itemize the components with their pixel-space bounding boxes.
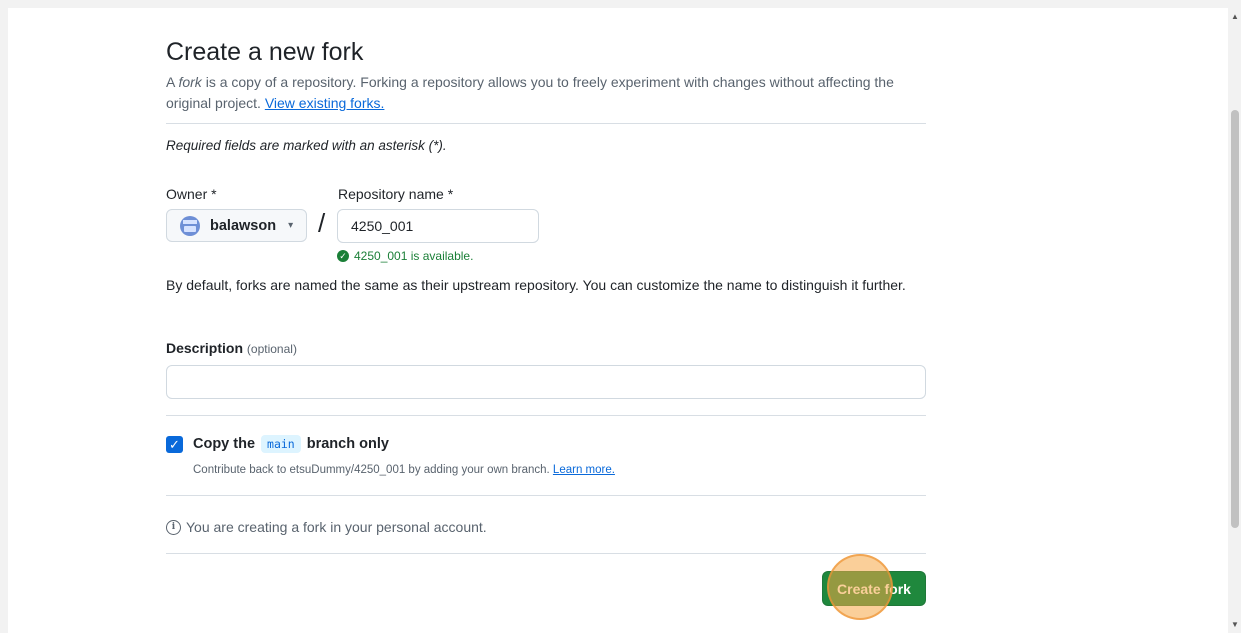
intro-prefix: A bbox=[166, 74, 179, 90]
intro-fork-word: fork bbox=[178, 74, 202, 90]
info-note-text: You are creating a fork in your personal… bbox=[186, 519, 487, 535]
personal-account-note: i You are creating a fork in your person… bbox=[166, 519, 487, 535]
branch-name-code: main bbox=[261, 435, 301, 453]
copy-branch-label[interactable]: Copy the main branch only bbox=[193, 435, 389, 453]
scroll-down-arrow-icon[interactable]: ▼ bbox=[1231, 620, 1239, 629]
vertical-scrollbar[interactable]: ▲ ▼ bbox=[1228, 8, 1241, 633]
check-circle-icon: ✓ bbox=[337, 250, 349, 262]
owner-label: Owner * bbox=[166, 186, 217, 202]
description-input[interactable] bbox=[166, 365, 926, 399]
copy-branch-suffix: branch only bbox=[306, 436, 389, 452]
copy-main-branch-checkbox[interactable]: ✓ bbox=[166, 436, 183, 453]
view-existing-forks-link[interactable]: View existing forks. bbox=[265, 95, 385, 111]
description-label: Description (optional) bbox=[166, 340, 297, 356]
page-frame: Create a new fork A fork is a copy of a … bbox=[8, 8, 1228, 633]
learn-more-link[interactable]: Learn more. bbox=[553, 464, 615, 476]
owner-repo-separator: / bbox=[318, 208, 326, 238]
divider bbox=[166, 495, 926, 496]
owner-name: balawson bbox=[210, 217, 277, 234]
default-naming-note: By default, forks are named the same as … bbox=[166, 277, 906, 293]
owner-dropdown[interactable]: balawson ▾ bbox=[166, 209, 307, 242]
availability-status: ✓ 4250_001 is available. bbox=[337, 249, 473, 263]
availability-text: 4250_001 is available. bbox=[354, 249, 474, 263]
page-title: Create a new fork bbox=[166, 38, 364, 66]
info-icon: i bbox=[166, 519, 181, 535]
divider bbox=[166, 553, 926, 554]
repository-name-label: Repository name * bbox=[338, 186, 454, 202]
divider bbox=[166, 123, 926, 124]
copy-branch-help: Contribute back to etsuDummy/4250_001 by… bbox=[193, 464, 615, 476]
scrollbar-thumb[interactable] bbox=[1231, 110, 1239, 528]
avatar bbox=[180, 215, 200, 236]
copy-branch-help-text: Contribute back to etsuDummy/4250_001 by… bbox=[193, 464, 553, 476]
description-label-text: Description bbox=[166, 340, 244, 356]
required-fields-note: Required fields are marked with an aster… bbox=[166, 138, 447, 153]
optional-tag: (optional) bbox=[246, 342, 297, 356]
scroll-up-arrow-icon[interactable]: ▲ bbox=[1231, 12, 1239, 21]
copy-branch-prefix: Copy the bbox=[193, 436, 256, 452]
create-fork-button[interactable]: Create fork bbox=[822, 571, 926, 606]
repository-name-input[interactable] bbox=[337, 209, 539, 243]
intro-text: A fork is a copy of a repository. Forkin… bbox=[166, 72, 926, 114]
divider bbox=[166, 415, 926, 416]
caret-down-icon: ▾ bbox=[288, 220, 294, 231]
